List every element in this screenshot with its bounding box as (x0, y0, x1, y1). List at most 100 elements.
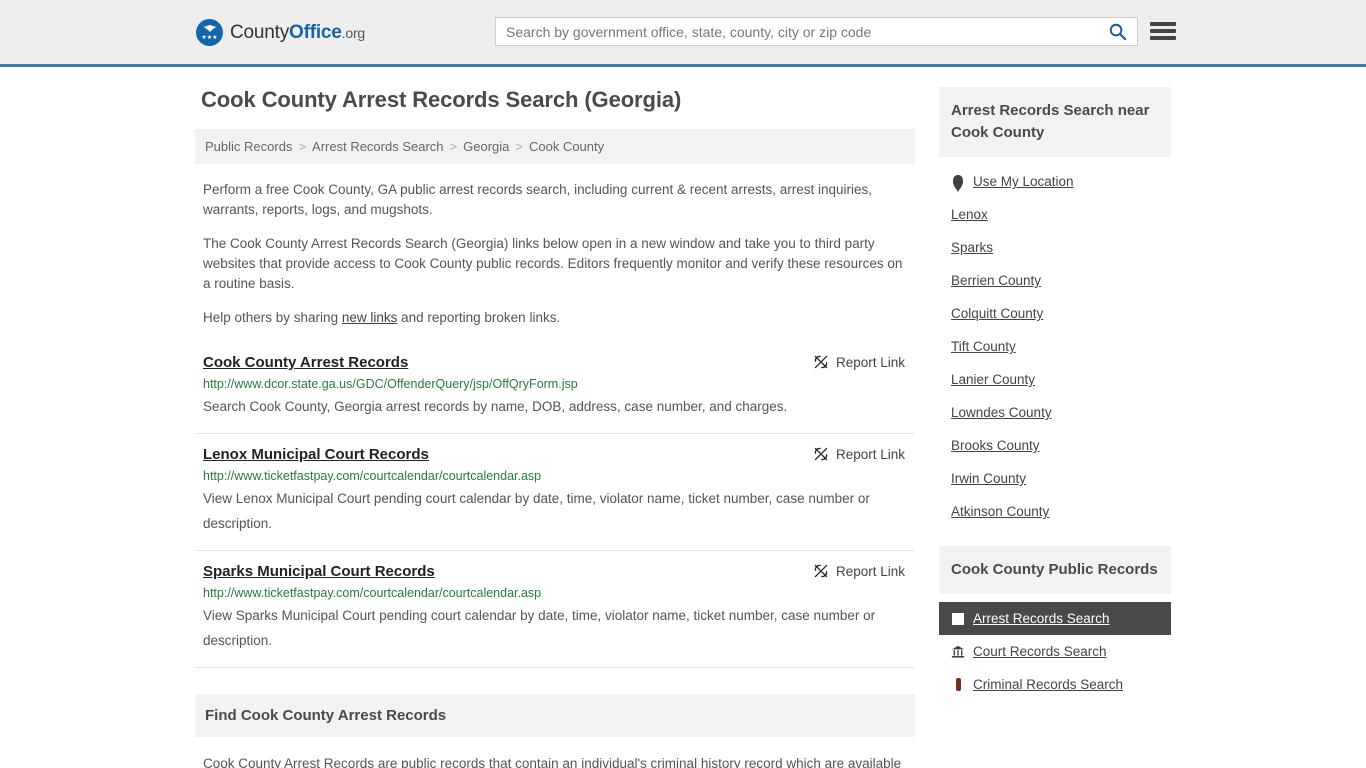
hamburger-bar (1150, 22, 1176, 26)
breadcrumb: Public Records > Arrest Records Search > Geo… (195, 129, 915, 164)
fingerprint-icon (951, 678, 965, 691)
hamburger-bar (1150, 29, 1176, 33)
result-item: Sparks Municipal Court Records Report Li… (195, 551, 915, 668)
sidebar-item-irwin-county[interactable]: Irwin County (939, 462, 1171, 495)
result-item: Cook County Arrest Records Report Link h… (195, 342, 915, 434)
breadcrumb-separator: > (515, 139, 523, 154)
search-input[interactable] (496, 18, 1097, 45)
sidebar-item-arrest-records-search[interactable]: Arrest Records Search (939, 602, 1171, 635)
sidebar: Arrest Records Search near Cook County U… (939, 87, 1171, 768)
search-icon (1109, 23, 1126, 41)
eagle-icon (203, 25, 216, 32)
sidebar-item-lenox[interactable]: Lenox (939, 198, 1171, 231)
logo-text-tld: .org (341, 24, 366, 41)
result-title-link[interactable]: Cook County Arrest Records (203, 354, 408, 371)
sidebar-item-label: Lenox (951, 207, 988, 222)
result-title-link[interactable]: Lenox Municipal Court Records (203, 446, 429, 463)
site-logo[interactable]: ★★★ CountyOffice.org (196, 19, 365, 46)
result-header: Sparks Municipal Court Records Report Li… (203, 563, 907, 580)
nearby-panel-heading: Arrest Records Search near Cook County (939, 87, 1171, 157)
sidebar-item-label: Brooks County (951, 438, 1040, 453)
sidebar-item-lowndes-county[interactable]: Lowndes County (939, 396, 1171, 429)
breadcrumb-item-georgia[interactable]: Georgia (463, 139, 509, 154)
intro-paragraph-3: Help others by sharing new links and rep… (195, 308, 915, 328)
broken-link-icon (814, 564, 828, 578)
main-column: Cook County Arrest Records Search (Georg… (195, 87, 915, 768)
county-office-logo-icon: ★★★ (196, 19, 223, 46)
sidebar-item-label: Irwin County (951, 471, 1027, 486)
sidebar-item-colquitt-county[interactable]: Colquitt County (939, 297, 1171, 330)
sidebar-item-label: Lanier County (951, 372, 1036, 387)
sidebar-item-use-my-location[interactable]: Use My Location (939, 165, 1171, 198)
white-square-icon (951, 612, 965, 625)
content-container: Cook County Arrest Records Search (Georg… (195, 67, 1171, 768)
sidebar-item-berrien-county[interactable]: Berrien County (939, 264, 1171, 297)
share-text-after: and reporting broken links. (397, 310, 561, 325)
find-records-section: Find Cook County Arrest Records Cook Cou… (195, 694, 915, 768)
intro-paragraph-1: Perform a free Cook County, GA public ar… (203, 182, 873, 217)
public-records-panel: Cook County Public Records Arrest Record… (939, 546, 1171, 701)
search-submit-button[interactable] (1097, 18, 1137, 45)
intro-paragraph-2: The Cook County Arrest Records Search (G… (203, 236, 903, 291)
logo-stars: ★★★ (201, 35, 218, 41)
result-url[interactable]: http://www.ticketfastpay.com/courtcalend… (203, 469, 907, 483)
result-url[interactable]: http://www.ticketfastpay.com/courtcalend… (203, 586, 907, 600)
sidebar-item-label: Arrest Records Search (973, 611, 1110, 626)
find-records-heading: Find Cook County Arrest Records (195, 694, 915, 737)
result-header: Lenox Municipal Court Records Report Lin… (203, 446, 907, 463)
logo-wordmark: CountyOffice.org (230, 22, 365, 44)
report-link-label: Report Link (835, 354, 905, 370)
public-records-list: Arrest Records Search Court Records Sear… (939, 594, 1171, 701)
result-url[interactable]: http://www.dcor.state.ga.us/GDC/Offender… (203, 377, 907, 391)
courthouse-icon (951, 645, 965, 659)
breadcrumb-item-arrest-records-search[interactable]: Arrest Records Search (312, 139, 444, 154)
result-description: View Lenox Municipal Court pending court… (203, 491, 870, 531)
report-link-label: Report Link (835, 446, 905, 462)
intro-text: Perform a free Cook County, GA public ar… (195, 180, 915, 328)
sidebar-item-label: Court Records Search (973, 644, 1107, 659)
result-item: Lenox Municipal Court Records Report Lin… (195, 434, 915, 551)
sidebar-item-label: Use My Location (973, 174, 1074, 189)
nearby-searches-panel: Arrest Records Search near Cook County U… (939, 87, 1171, 528)
find-records-body: Cook County Arrest Records are public re… (195, 753, 915, 768)
breadcrumb-item-public-records[interactable]: Public Records (205, 139, 292, 154)
hamburger-bar (1150, 36, 1176, 40)
nearby-panel-list: Use My Location Lenox Sparks Berrien Cou… (939, 157, 1171, 528)
broken-link-icon (814, 355, 828, 369)
sidebar-item-tift-county[interactable]: Tift County (939, 330, 1171, 363)
public-records-panel-heading: Cook County Public Records (939, 546, 1171, 594)
breadcrumb-separator: > (298, 139, 307, 154)
sidebar-item-label: Berrien County (951, 273, 1042, 288)
share-text-before: Help others by sharing (203, 310, 342, 325)
sidebar-item-lanier-county[interactable]: Lanier County (939, 363, 1171, 396)
sidebar-item-atkinson-county[interactable]: Atkinson County (939, 495, 1171, 528)
find-records-paragraph: Cook County Arrest Records are public re… (203, 756, 902, 768)
report-link-label: Report Link (835, 563, 905, 579)
result-description: View Sparks Municipal Court pending cour… (203, 608, 876, 648)
logo-text-county: County (230, 21, 290, 43)
sidebar-item-court-records-search[interactable]: Court Records Search (939, 635, 1171, 668)
sidebar-item-label: Lowndes County (951, 405, 1052, 420)
report-link-button[interactable]: Report Link (813, 563, 907, 579)
hamburger-menu-button[interactable] (1150, 19, 1176, 43)
site-header: ★★★ CountyOffice.org (0, 0, 1366, 67)
report-link-button[interactable]: Report Link (813, 446, 907, 462)
sidebar-item-label: Tift County (951, 339, 1016, 354)
result-description: Search Cook County, Georgia arrest recor… (203, 399, 788, 414)
result-title-link[interactable]: Sparks Municipal Court Records (203, 563, 435, 580)
breadcrumb-separator: > (449, 139, 458, 154)
sidebar-item-label: Atkinson County (951, 504, 1050, 519)
result-header: Cook County Arrest Records Report Link (203, 354, 907, 371)
page-title: Cook County Arrest Records Search (Georg… (201, 87, 682, 112)
sidebar-item-criminal-records-search[interactable]: Criminal Records Search (939, 668, 1171, 701)
breadcrumb-item-cook-county[interactable]: Cook County (529, 139, 604, 154)
report-link-button[interactable]: Report Link (813, 354, 907, 370)
new-links-link[interactable]: new links (342, 310, 398, 325)
logo-text-office: Office (289, 21, 342, 43)
page-body: Cook County Arrest Records Search (Georg… (0, 67, 1366, 768)
broken-link-icon (814, 447, 828, 461)
sidebar-item-sparks[interactable]: Sparks (939, 231, 1171, 264)
sidebar-item-brooks-county[interactable]: Brooks County (939, 429, 1171, 462)
map-pin-icon (951, 174, 965, 189)
sidebar-item-label: Sparks (951, 240, 994, 255)
